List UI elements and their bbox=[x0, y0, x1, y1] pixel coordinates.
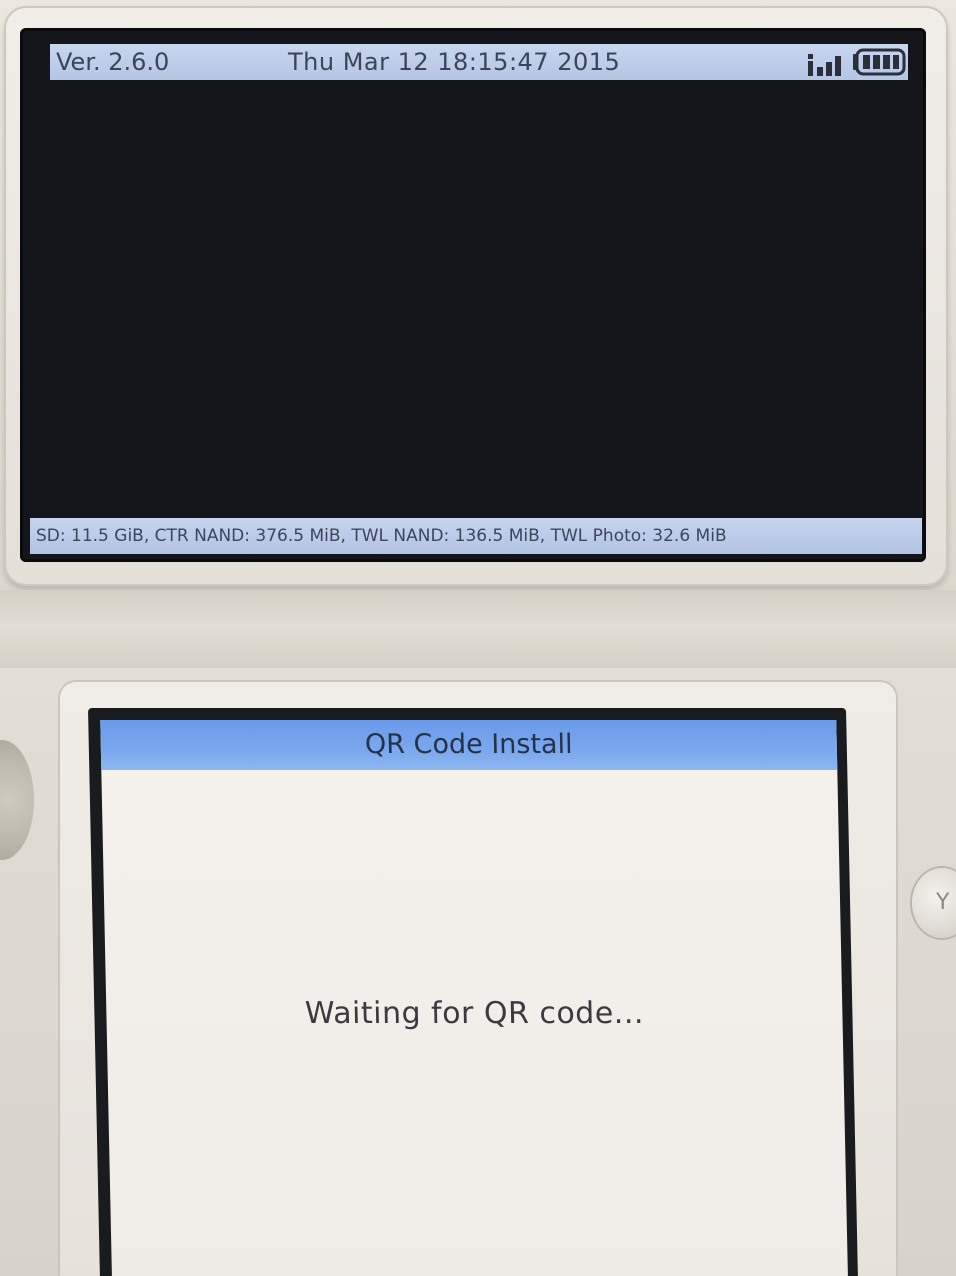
signal-strength-icon bbox=[808, 54, 841, 76]
top-screen: Ver. 2.6.0 Thu Mar 12 18:15:47 2015 SD: … bbox=[20, 28, 926, 562]
touch-screen[interactable]: QR Code Install Waiting for QR code... bbox=[88, 708, 859, 1276]
handheld-device: Ver. 2.6.0 Thu Mar 12 18:15:47 2015 SD: … bbox=[0, 0, 956, 1276]
hinge bbox=[0, 590, 956, 680]
datetime-label: Thu Mar 12 18:15:47 2015 bbox=[288, 48, 621, 76]
top-bezel: Ver. 2.6.0 Thu Mar 12 18:15:47 2015 SD: … bbox=[4, 6, 948, 586]
top-status-bar: Ver. 2.6.0 Thu Mar 12 18:15:47 2015 bbox=[50, 44, 908, 80]
status-message: Waiting for QR code... bbox=[304, 996, 645, 1031]
battery-icon bbox=[853, 48, 906, 76]
storage-info-bar: SD: 11.5 GiB, CTR NAND: 376.5 MiB, TWL N… bbox=[30, 518, 922, 554]
touch-screen-content: QR Code Install Waiting for QR code... bbox=[100, 720, 849, 1276]
version-label: Ver. 2.6.0 bbox=[56, 48, 170, 76]
screen-title: QR Code Install bbox=[100, 720, 838, 770]
